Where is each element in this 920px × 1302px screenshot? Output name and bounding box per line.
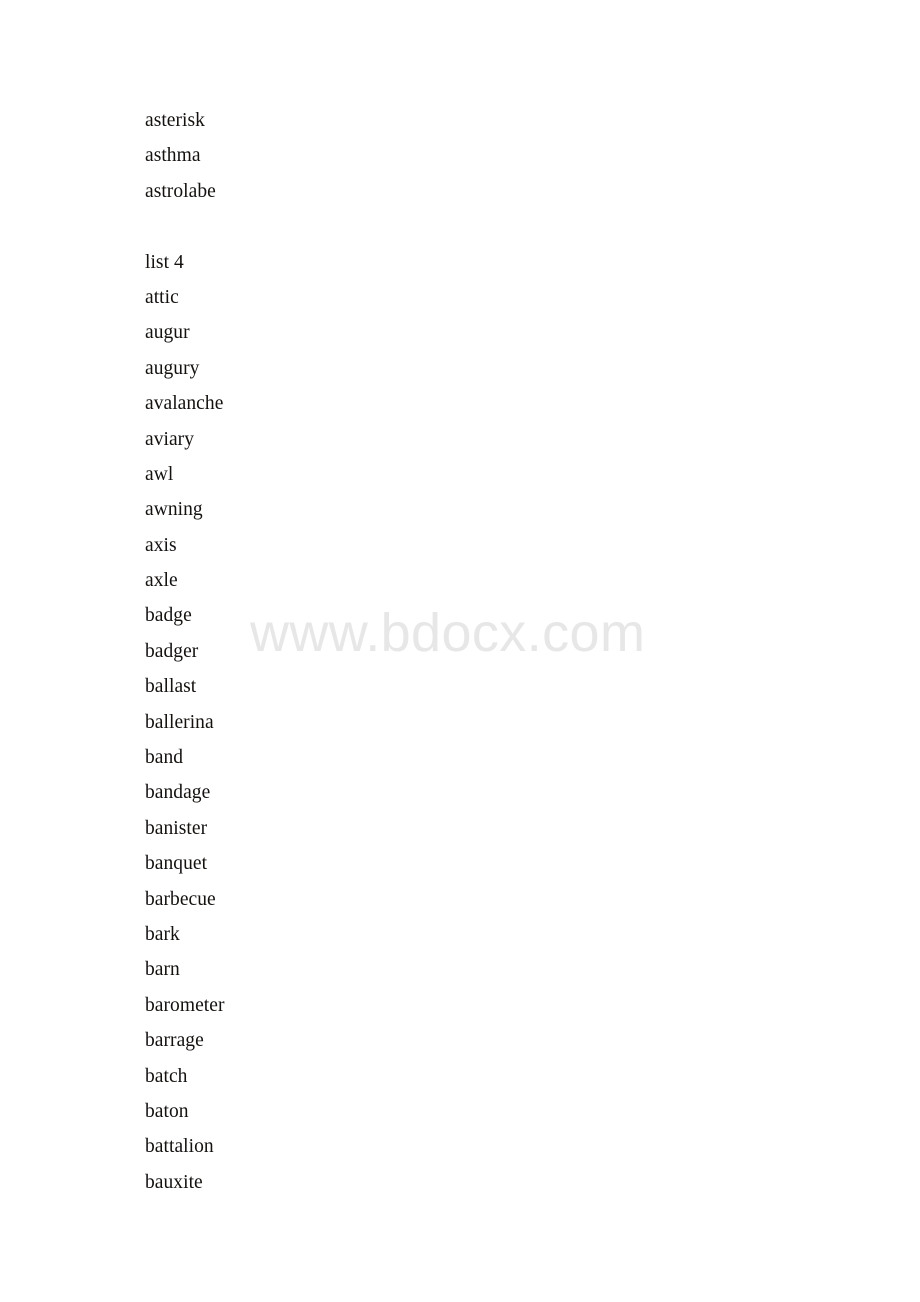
document-page: www.bdocx.com asterisk asthma astrolabe lis… [0,0,920,1302]
word-list-item: awl [145,463,174,485]
word-list-item: awning [145,499,203,521]
word-list-item: barbecue [145,888,216,910]
word-list-item: avalanche [145,393,224,415]
word-list-item: barn [145,959,180,981]
word-list-item: badge [145,605,192,627]
word-list-item: banquet [145,853,208,875]
word-list-item: bandage [145,782,211,804]
list-heading: list 4 [145,251,184,273]
word-list-item: axle [145,570,178,592]
word-list-item: banister [145,817,208,839]
word-list-item: bark [145,923,180,945]
word-list-item: asthma [145,145,201,167]
word-list-item: band [145,747,184,769]
word-list-item: augury [145,357,200,379]
word-list-item: bauxite [145,1171,203,1193]
word-list-item: asterisk [145,110,205,131]
word-list-item: aviary [145,428,195,450]
word-list-item: astrolabe [145,180,216,202]
word-list-item: barometer [145,994,225,1016]
word-list-item: axis [145,534,177,556]
word-list-item: barrage [145,1030,204,1052]
word-list-item: badger [145,640,199,662]
word-list-item: ballerina [145,711,214,733]
word-list-item: ballast [145,676,197,698]
word-list-item: attic [145,286,179,308]
word-list-item: batch [145,1065,188,1087]
word-list-body: asterisk asthma astrolabe list 4 attic augur a… [145,103,765,1200]
word-list-item: baton [145,1100,189,1122]
word-list-item: augur [145,322,190,344]
word-list-item: battalion [145,1136,214,1158]
